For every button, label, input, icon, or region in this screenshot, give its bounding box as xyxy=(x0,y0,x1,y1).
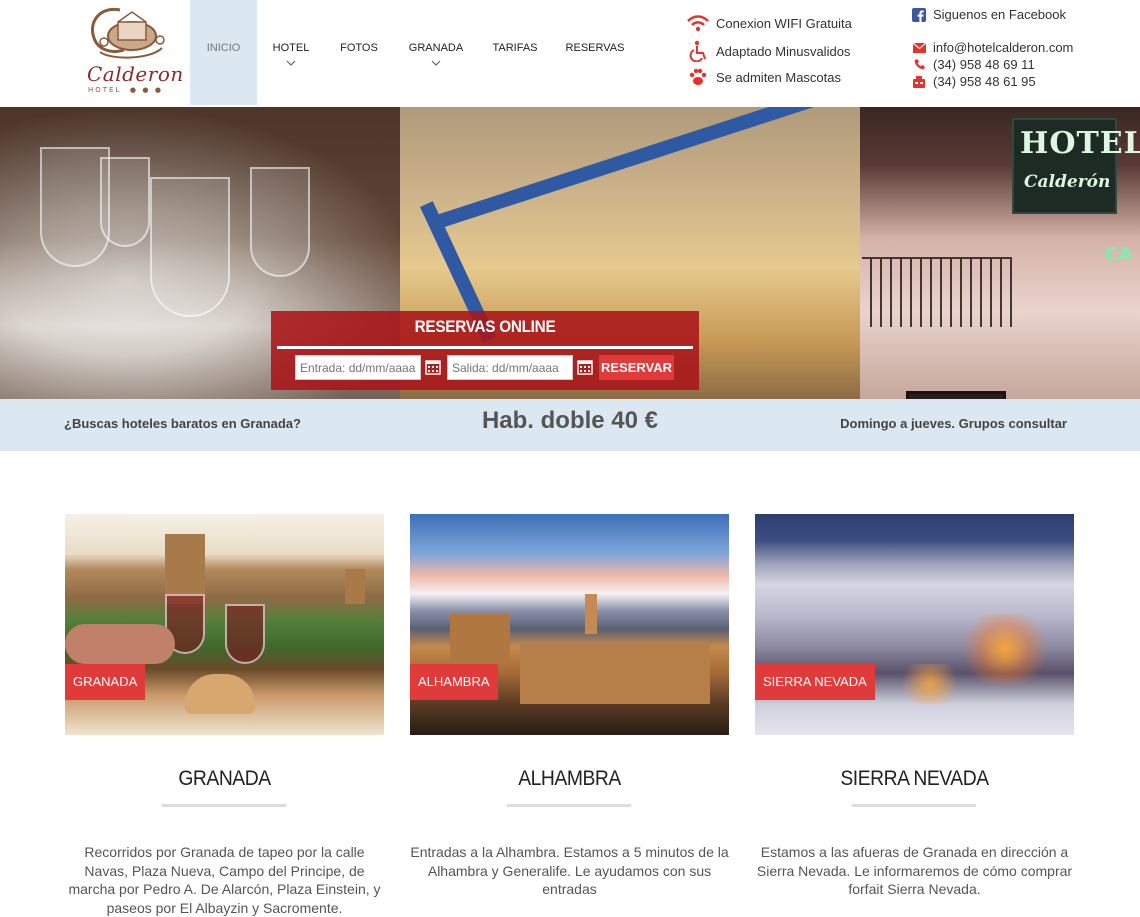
hotel-sign-image: HOTEL Calderón xyxy=(1012,118,1140,214)
sierra-nevada-image[interactable] xyxy=(755,514,1074,735)
title-underline xyxy=(852,804,976,807)
reservar-button[interactable]: RESERVAR xyxy=(599,355,674,380)
booking-divider xyxy=(277,346,693,349)
tower-shape xyxy=(585,594,597,634)
nav-item-tarifas[interactable]: TARIFAS xyxy=(479,0,551,105)
wifi-icon xyxy=(686,14,710,32)
title-underline xyxy=(507,804,631,807)
phone-number: (34) 958 48 69 11 xyxy=(933,57,1035,72)
paw-icon xyxy=(686,68,710,86)
nav-label: INICIO xyxy=(206,42,241,54)
booking-title: RESERVAS ONLINE xyxy=(414,317,556,336)
nav-label: FOTOS xyxy=(340,42,378,54)
logo-subtitle: HOTEL ● ● ● xyxy=(88,86,163,94)
tower-shape xyxy=(345,569,365,604)
promo-right-text: Domingo a jueves. Grupos consultar xyxy=(840,416,1067,431)
wine-glass-image xyxy=(150,177,230,317)
promo-bar: ¿Buscas hoteles baratos en Granada? Hab.… xyxy=(0,399,1140,451)
calendar-icon[interactable] xyxy=(425,359,441,375)
main-nav: INICIO HOTEL FOTOS GRANADA TARIFAS RESER… xyxy=(190,0,639,105)
chevron-down-icon xyxy=(393,58,479,68)
sierra-nevada-tag[interactable]: SIERRA NEVADA xyxy=(755,664,875,700)
logo-wordmark: Calderon xyxy=(87,62,184,86)
wheelchair-icon xyxy=(686,40,710,62)
hand-image xyxy=(65,624,175,664)
booking-widget: RESERVAS ONLINE RESERVAR xyxy=(271,311,699,390)
granada-image[interactable] xyxy=(65,514,384,735)
feature-label: Se admiten Mascotas xyxy=(716,69,842,85)
feature-wifi: Conexion WIFI Gratuita xyxy=(686,14,852,32)
granada-title: GRANADA xyxy=(178,767,271,790)
feature-label: Adaptado Minusvalidos xyxy=(716,43,851,59)
nav-item-hotel[interactable]: HOTEL xyxy=(257,0,325,105)
nav-label: RESERVAS xyxy=(565,42,625,54)
phone-icon xyxy=(912,59,926,70)
hotel-sign-script: Calderón xyxy=(1024,172,1111,192)
email-address: info@hotelcalderon.com xyxy=(933,40,1074,55)
wine-glass-image xyxy=(100,157,150,247)
hotel-side-sign: CA xyxy=(1105,244,1133,265)
phone-contact[interactable]: (34) 958 48 69 11 xyxy=(912,57,1035,72)
alhambra-image[interactable] xyxy=(410,514,729,735)
nav-item-granada[interactable]: GRANADA xyxy=(393,0,479,105)
logo-sub-text: HOTEL xyxy=(88,86,122,94)
balcony-image xyxy=(862,257,1012,327)
logo-emblem-icon xyxy=(91,7,165,59)
granada-tag[interactable]: GRANADA xyxy=(65,664,146,700)
nav-label: HOTEL xyxy=(272,42,310,54)
sierra-nevada-description: Estamos a las afueras de Granada en dire… xyxy=(756,844,1073,897)
fax-icon xyxy=(912,75,926,88)
granada-description: Recorridos por Granada de tapeo por la c… xyxy=(68,844,381,916)
checkout-input[interactable] xyxy=(447,355,573,380)
wine-glass-image xyxy=(225,604,265,664)
envelope-icon xyxy=(912,42,926,53)
site-header: Calderon HOTEL ● ● ● INICIO HOTEL FOTOS … xyxy=(0,0,1140,107)
feature-accessible: Adaptado Minusvalidos xyxy=(686,40,850,62)
feature-label: Conexion WIFI Gratuita xyxy=(716,15,852,31)
nav-item-inicio[interactable]: INICIO xyxy=(190,0,257,105)
alhambra-description: Entradas a la Alhambra. Estamos a 5 minu… xyxy=(410,844,729,897)
wine-glass-image xyxy=(250,167,310,277)
tower-shape xyxy=(450,614,510,664)
fax-number: (34) 958 48 61 95 xyxy=(933,74,1036,89)
chevron-down-icon xyxy=(257,58,325,68)
village-lights-image xyxy=(895,664,965,704)
feature-pets: Se admiten Mascotas xyxy=(686,68,841,86)
window-image xyxy=(906,391,1006,399)
checkin-input[interactable] xyxy=(295,355,421,380)
title-underline xyxy=(162,804,286,807)
bread-basket-image xyxy=(185,674,255,714)
fax-contact: (34) 958 48 61 95 xyxy=(912,74,1036,89)
alhambra-tag[interactable]: ALHAMBRA xyxy=(410,664,498,700)
nav-label: TARIFAS xyxy=(492,42,538,54)
alhambra-title: ALHAMBRA xyxy=(518,767,621,790)
facebook-icon xyxy=(912,7,926,22)
facebook-label: Siguenos en Facebook xyxy=(933,7,1066,22)
nav-item-reservas[interactable]: RESERVAS xyxy=(551,0,639,105)
nav-label: GRANADA xyxy=(408,42,464,54)
facebook-link[interactable]: Siguenos en Facebook xyxy=(912,7,1066,22)
calendar-icon[interactable] xyxy=(577,359,593,375)
nav-item-fotos[interactable]: FOTOS xyxy=(325,0,393,105)
hotel-sign-text: HOTEL xyxy=(1020,126,1140,161)
logo-stars: ● ● ● xyxy=(129,86,164,94)
email-link[interactable]: info@hotelcalderon.com xyxy=(912,40,1073,55)
palace-shape xyxy=(520,644,710,704)
sierra-nevada-title: SIERRA NEVADA xyxy=(840,767,989,790)
village-lights-image xyxy=(955,614,1055,684)
